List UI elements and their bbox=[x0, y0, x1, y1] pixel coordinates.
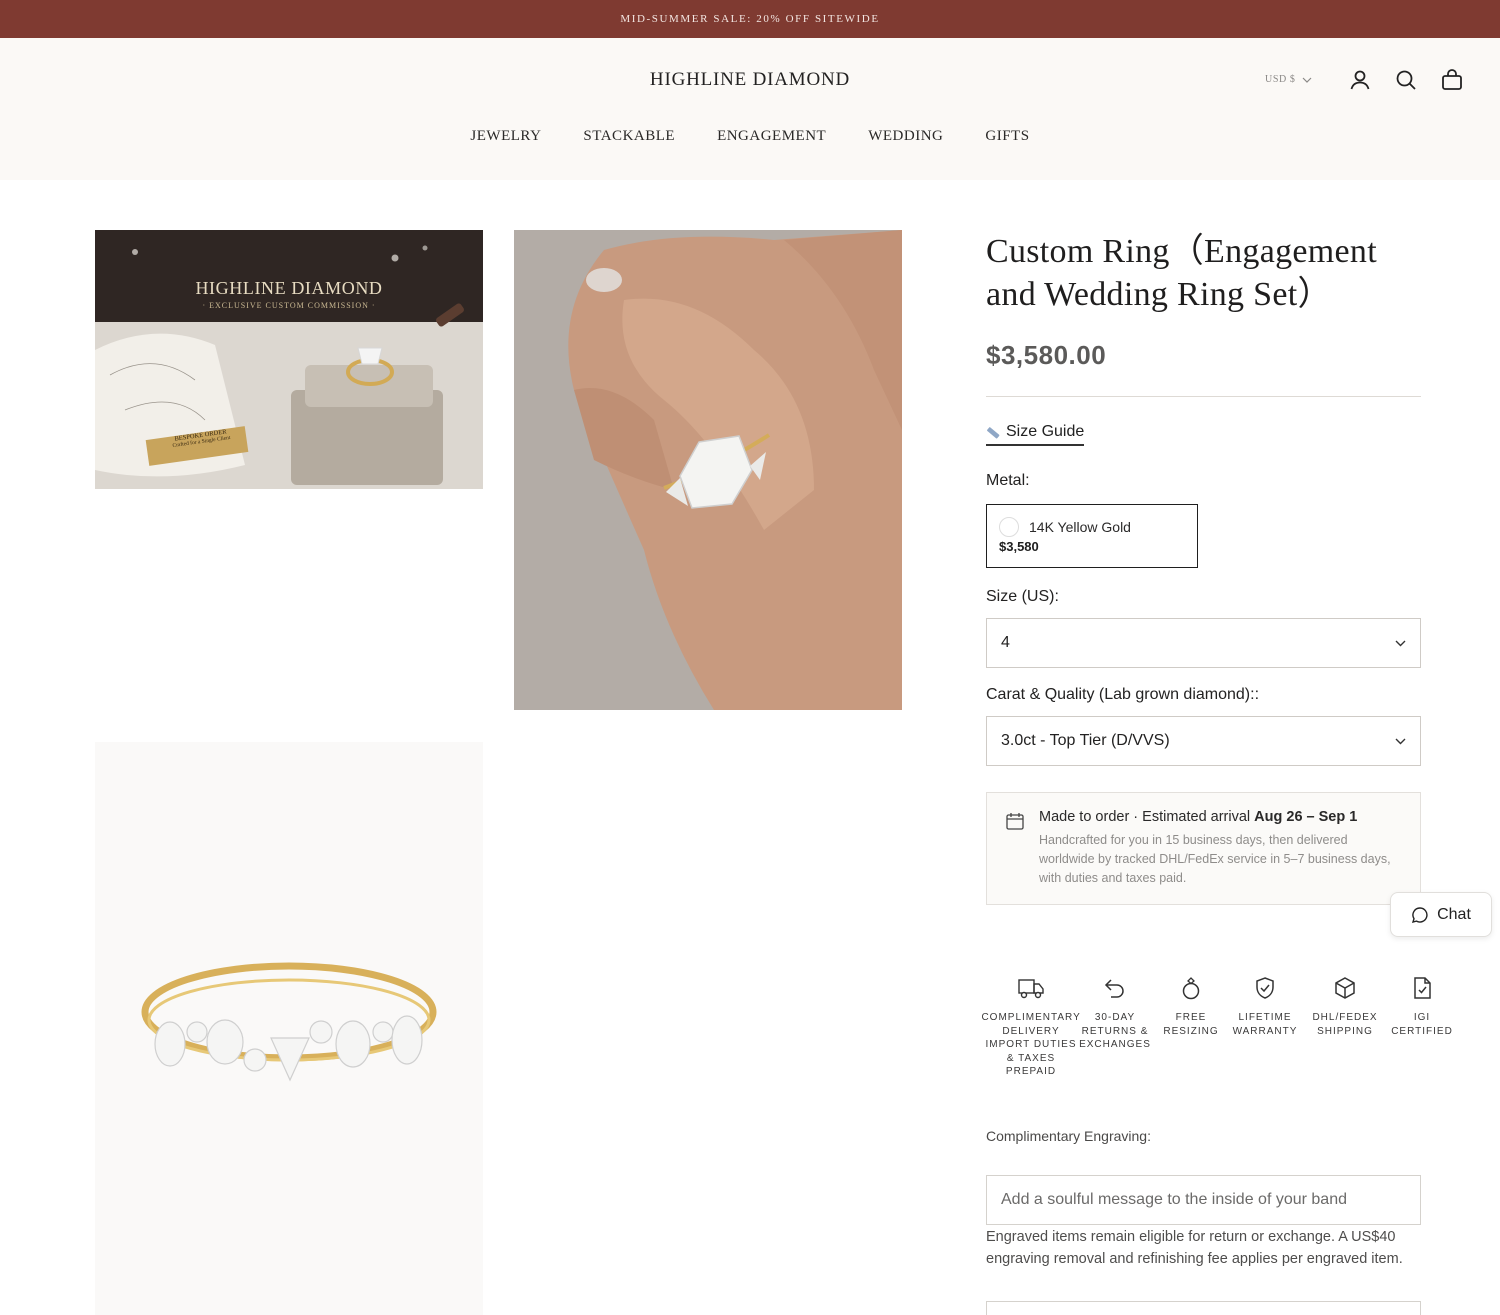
main-navigation: JEWELRY STACKABLE ENGAGEMENT WEDDING GIF… bbox=[0, 128, 1500, 145]
engraving-note: Engraved items remain eligible for retur… bbox=[986, 1229, 1403, 1267]
nav-item-engagement[interactable]: ENGAGEMENT bbox=[717, 128, 826, 145]
feature-complimentary-delivery: COMPLIMENTARY DELIVERY IMPORT DUTIES & T… bbox=[981, 975, 1080, 1079]
cart-bag-icon[interactable] bbox=[1440, 68, 1464, 92]
announcement-text: MID-SUMMER SALE: 20% OFF SITEWIDE bbox=[620, 13, 880, 25]
nav-item-jewelry[interactable]: JEWELRY bbox=[470, 128, 541, 145]
size-select[interactable]: 4 bbox=[986, 618, 1421, 668]
shipping-estimate-box: Made to order · Estimated arrival Aug 26… bbox=[986, 792, 1421, 905]
engraving-label: Complimentary Engraving: bbox=[986, 1128, 1151, 1144]
nav-item-wedding[interactable]: WEDDING bbox=[868, 128, 943, 145]
size-label: Size (US): bbox=[986, 588, 1059, 605]
size-guide-link[interactable]: Size Guide bbox=[986, 423, 1085, 446]
chat-bubble-icon bbox=[1412, 906, 1428, 923]
box-icon bbox=[1335, 977, 1355, 999]
metal-option-price: $3,580 bbox=[999, 539, 1039, 554]
chevron-down-icon bbox=[1395, 640, 1406, 646]
metal-swatch bbox=[999, 517, 1019, 537]
product-title: Custom Ring（Engagement and Wedding Ring … bbox=[986, 233, 1377, 313]
shipping-title-prefix: Made to order · Estimated arrival bbox=[1039, 809, 1255, 825]
feature-label: COMPLIMENTARY DELIVERY IMPORT DUTIES & T… bbox=[981, 1012, 1081, 1077]
size-guide-label: Size Guide bbox=[1006, 423, 1085, 440]
chat-button[interactable]: Chat bbox=[1390, 892, 1492, 937]
metal-label: Metal: bbox=[986, 472, 1030, 489]
feature-badges: COMPLIMENTARY DELIVERY IMPORT DUTIES & T… bbox=[981, 975, 1466, 1079]
wedding-band-illustration bbox=[95, 742, 483, 1315]
product-info-panel: Custom Ring（Engagement and Wedding Ring … bbox=[986, 230, 1421, 905]
feature-label: 30-DAY RETURNS & EXCHANGES bbox=[1079, 1012, 1151, 1050]
nav-item-gifts[interactable]: GIFTS bbox=[985, 128, 1029, 145]
feature-label: IGI CERTIFIED bbox=[1391, 1012, 1453, 1037]
shipping-description: Handcrafted for you in 15 business days,… bbox=[1039, 833, 1391, 885]
feature-label: FREE RESIZING bbox=[1163, 1012, 1219, 1037]
chevron-down-icon bbox=[1302, 77, 1311, 83]
announcement-bar: MID-SUMMER SALE: 20% OFF SITEWIDE bbox=[0, 0, 1500, 38]
engraving-input[interactable] bbox=[986, 1175, 1421, 1225]
site-header: HIGHLINE DIAMOND USD $ JEWELRY STACKABLE… bbox=[0, 38, 1500, 180]
commission-scene-illustration bbox=[95, 230, 483, 489]
carat-quality-select[interactable]: 3.0ct - Top Tier (D/VVS) bbox=[986, 716, 1421, 766]
certificate-icon bbox=[1414, 977, 1431, 999]
currency-label: USD $ bbox=[1265, 74, 1296, 85]
product-price: $3,580.00 bbox=[986, 340, 1107, 370]
account-icon[interactable] bbox=[1348, 68, 1372, 92]
feature-lifetime-warranty: LIFETIME WARRANTY bbox=[1228, 975, 1302, 1079]
hand-ring-illustration bbox=[514, 230, 902, 710]
feature-igi-certified: IGI CERTIFIED bbox=[1388, 975, 1456, 1079]
carat-quality-label: Carat & Quality (Lab grown diamond):: bbox=[986, 686, 1260, 703]
metal-option-yellow-gold[interactable]: 14K Yellow Gold $3,580 bbox=[986, 504, 1198, 568]
search-icon[interactable] bbox=[1394, 68, 1418, 92]
truck-icon bbox=[1018, 979, 1044, 999]
image-tagline-text: · EXCLUSIVE CUSTOM COMMISSION · bbox=[202, 301, 376, 310]
chat-label: Chat bbox=[1437, 905, 1471, 923]
feature-shipping: DHL/FEDEX SHIPPING bbox=[1302, 975, 1388, 1079]
feature-returns: 30-DAY RETURNS & EXCHANGES bbox=[1076, 975, 1154, 1079]
product-image-hand-ring[interactable] bbox=[514, 230, 902, 710]
size-select-value: 4 bbox=[1001, 634, 1010, 651]
metal-option-name: 14K Yellow Gold bbox=[1029, 519, 1131, 535]
ring-icon bbox=[1182, 977, 1200, 1000]
image-brand-text: HIGHLINE DIAMOND bbox=[195, 278, 383, 298]
calendar-icon bbox=[1006, 813, 1024, 830]
currency-selector[interactable]: USD $ bbox=[1265, 74, 1312, 85]
product-image-wedding-band[interactable] bbox=[95, 742, 483, 1315]
product-image-commission[interactable]: HIGHLINE DIAMOND · EXCLUSIVE CUSTOM COMM… bbox=[95, 230, 483, 489]
return-arrow-icon bbox=[1104, 979, 1124, 998]
chevron-down-icon bbox=[1395, 738, 1406, 744]
feature-free-resizing: FREE RESIZING bbox=[1154, 975, 1228, 1079]
shipping-arrival-dates: Aug 26 – Sep 1 bbox=[1254, 809, 1358, 825]
feature-label: LIFETIME WARRANTY bbox=[1232, 1012, 1298, 1037]
next-field-box[interactable] bbox=[986, 1301, 1421, 1315]
divider bbox=[986, 396, 1421, 397]
nav-item-stackable[interactable]: STACKABLE bbox=[583, 128, 675, 145]
feature-label: DHL/FEDEX SHIPPING bbox=[1312, 1012, 1378, 1037]
ruler-icon bbox=[987, 426, 1000, 438]
carat-quality-value: 3.0ct - Top Tier (D/VVS) bbox=[1001, 732, 1170, 749]
shield-check-icon bbox=[1256, 977, 1274, 999]
shipping-estimate-title: Made to order · Estimated arrival Aug 26… bbox=[1039, 809, 1402, 825]
